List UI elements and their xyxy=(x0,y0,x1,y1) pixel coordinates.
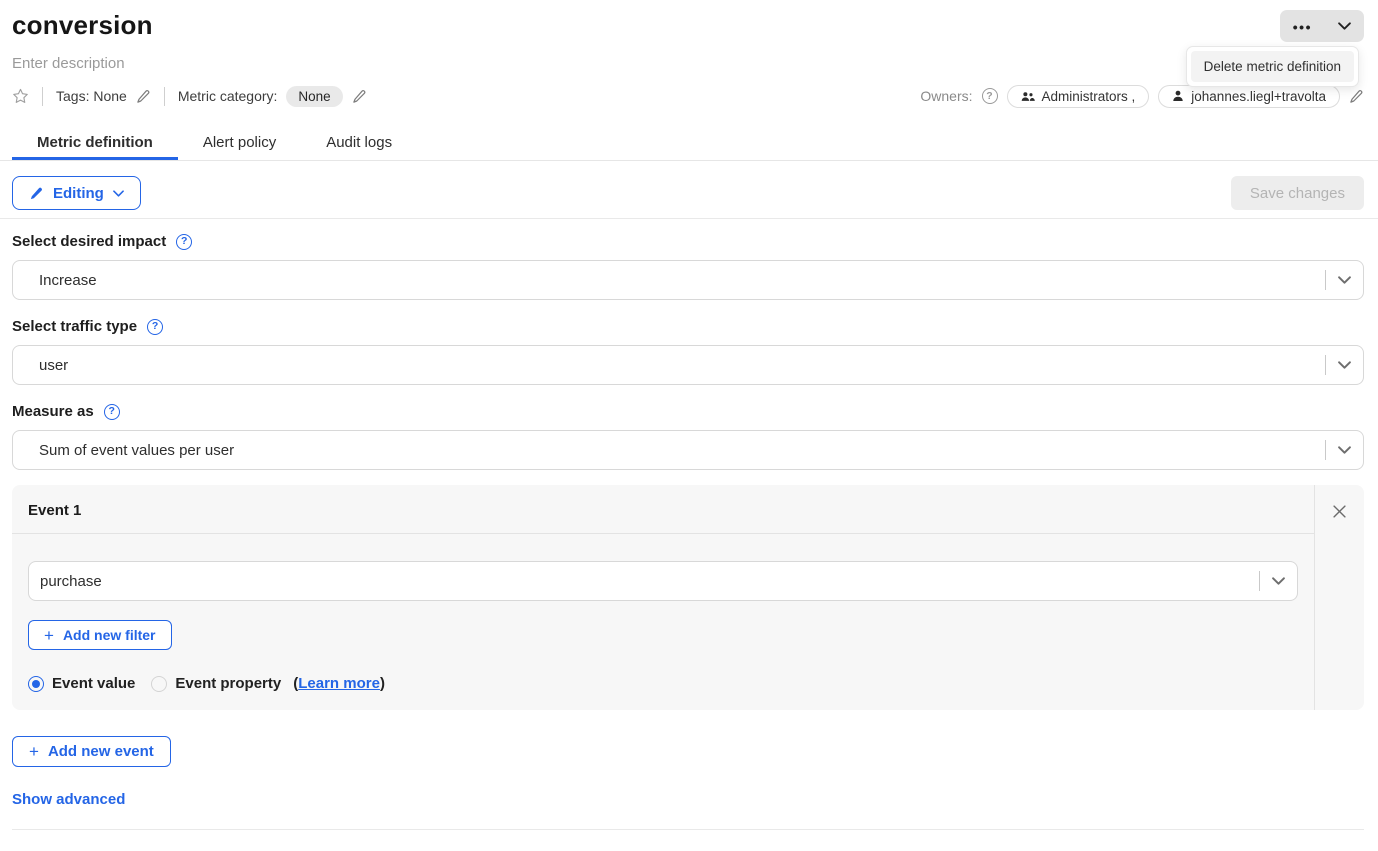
owner-chip-label: johannes.liegl+travolta xyxy=(1191,89,1326,104)
edit-toolbar: Editing Save changes xyxy=(0,176,1378,210)
event-card: Event 1 purchase + Add new filter Event … xyxy=(12,485,1364,710)
meta-row: Tags: None Metric category: None Owners:… xyxy=(0,85,1378,107)
divider xyxy=(0,218,1378,219)
add-new-event-button[interactable]: + Add new event xyxy=(12,736,171,767)
owners-label: Owners: xyxy=(920,88,972,104)
learn-more-link[interactable]: Learn more xyxy=(298,675,380,692)
select-value: user xyxy=(13,357,1325,374)
context-menu: Delete metric definition xyxy=(1186,46,1359,87)
owner-chip-administrators[interactable]: Administrators , xyxy=(1007,85,1150,108)
divider xyxy=(164,87,165,106)
owner-chip-label: Administrators , xyxy=(1042,89,1136,104)
field-label-desired-impact: Select desired impact ? xyxy=(12,233,1364,250)
field-label-measure-as: Measure as ? xyxy=(12,403,1364,420)
pencil-icon xyxy=(29,186,44,201)
event-value-radio-label[interactable]: Event value xyxy=(52,675,135,692)
select-value: purchase xyxy=(29,573,1259,590)
divider xyxy=(42,87,43,106)
chevron-down-icon[interactable] xyxy=(1326,276,1363,284)
measure-as-select[interactable]: Sum of event values per user xyxy=(12,430,1364,470)
add-event-label: Add new event xyxy=(48,743,154,760)
metric-category-badge[interactable]: None xyxy=(286,86,342,107)
metric-category-label: Metric category: xyxy=(178,88,278,104)
paren-close: ) xyxy=(380,675,385,692)
event-property-radio[interactable] xyxy=(151,676,167,692)
edit-tags-pencil-icon[interactable] xyxy=(136,89,151,104)
field-label-text: Select desired impact xyxy=(12,233,166,250)
save-changes-button[interactable]: Save changes xyxy=(1231,176,1364,210)
description-placeholder[interactable]: Enter description xyxy=(0,55,1378,72)
desired-impact-select[interactable]: Increase xyxy=(12,260,1364,300)
owner-chip-user[interactable]: johannes.liegl+travolta xyxy=(1158,85,1340,108)
chevron-down-icon xyxy=(113,190,124,197)
event-card-title: Event 1 xyxy=(12,485,1314,534)
event-value-radio[interactable] xyxy=(28,676,44,692)
edit-owners-pencil-icon[interactable] xyxy=(1349,89,1364,104)
measure-mode-radio-group: Event value Event property (Learn more) xyxy=(28,675,1298,692)
editing-label: Editing xyxy=(53,185,104,202)
star-icon[interactable] xyxy=(12,88,29,104)
tab-audit-logs[interactable]: Audit logs xyxy=(301,129,417,160)
event-property-radio-label[interactable]: Event property xyxy=(175,675,281,692)
tab-metric-definition[interactable]: Metric definition xyxy=(12,129,178,160)
show-advanced-link[interactable]: Show advanced xyxy=(12,791,125,808)
select-value: Increase xyxy=(13,272,1325,289)
ellipsis-icon[interactable]: ••• xyxy=(1280,10,1325,42)
tab-alert-policy[interactable]: Alert policy xyxy=(178,129,301,160)
add-new-filter-button[interactable]: + Add new filter xyxy=(28,620,172,650)
tab-bar: Metric definition Alert policy Audit log… xyxy=(0,129,1378,161)
traffic-type-select[interactable]: user xyxy=(12,345,1364,385)
owners-help-icon[interactable]: ? xyxy=(982,88,998,104)
chevron-down-icon[interactable] xyxy=(1326,361,1363,369)
add-filter-label: Add new filter xyxy=(63,627,156,643)
edit-category-pencil-icon[interactable] xyxy=(352,89,367,104)
chevron-down-icon[interactable] xyxy=(1326,446,1363,454)
close-icon[interactable] xyxy=(1329,500,1351,522)
menu-item-delete-metric[interactable]: Delete metric definition xyxy=(1191,51,1354,82)
page-header: conversion ••• xyxy=(0,0,1378,42)
plus-icon: + xyxy=(29,743,39,760)
person-icon xyxy=(1172,90,1184,102)
help-icon[interactable]: ? xyxy=(176,234,192,250)
event-card-side-column xyxy=(1314,485,1364,710)
chevron-down-icon[interactable] xyxy=(1260,577,1297,585)
field-label-text: Select traffic type xyxy=(12,318,137,335)
chevron-down-icon[interactable] xyxy=(1325,10,1364,42)
editing-mode-button[interactable]: Editing xyxy=(12,176,141,210)
tags-label: Tags: None xyxy=(56,88,127,104)
event-name-select[interactable]: purchase xyxy=(28,561,1298,601)
divider xyxy=(12,829,1364,830)
metric-definition-form: Select desired impact ? Increase Select … xyxy=(0,233,1378,830)
more-actions-split-button[interactable]: ••• xyxy=(1280,10,1364,42)
help-icon[interactable]: ? xyxy=(104,404,120,420)
page-title: conversion xyxy=(12,10,153,40)
field-label-traffic-type: Select traffic type ? xyxy=(12,318,1364,335)
group-icon xyxy=(1021,91,1035,102)
plus-icon: + xyxy=(44,627,54,644)
field-label-text: Measure as xyxy=(12,403,94,420)
help-icon[interactable]: ? xyxy=(147,319,163,335)
select-value: Sum of event values per user xyxy=(13,442,1325,459)
